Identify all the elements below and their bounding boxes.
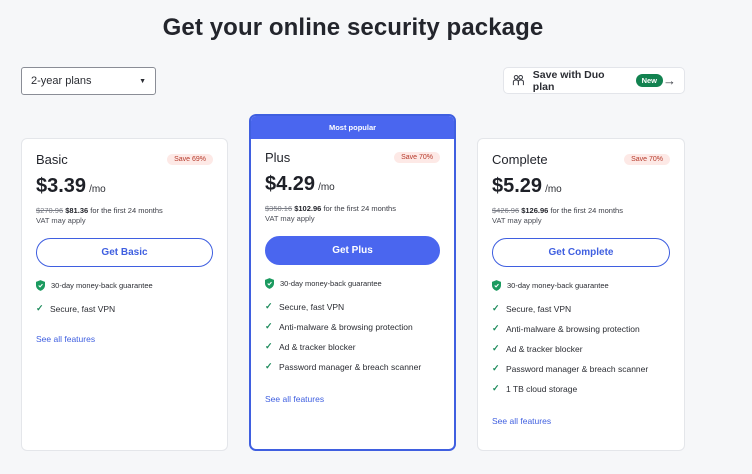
feature-text: Secure, fast VPN — [506, 303, 572, 314]
feature-text: Password manager & breach scanner — [279, 361, 422, 372]
get-basic-button[interactable]: Get Basic — [36, 238, 213, 267]
plan-price: $5.29 — [492, 175, 543, 197]
guarantee: 30-day money-back guarantee — [265, 278, 440, 289]
plan-name: Basic — [36, 152, 68, 167]
old-price: $426.96 — [492, 206, 520, 215]
save-badge: Save 70% — [624, 154, 670, 165]
price-detail: $270.96 $81.36 for the first 24 months — [36, 206, 213, 215]
get-plus-button[interactable]: Get Plus — [265, 236, 440, 265]
plan-card-basic: Basic Save 69% $3.39 /mo $270.96 $81.36 … — [21, 138, 228, 451]
save-badge: Save 69% — [167, 154, 213, 165]
old-price: $350.16 — [265, 204, 293, 213]
feature-item: ✓ Ad & tracker blocker — [265, 341, 440, 352]
feature-item: ✓ Ad & tracker blocker — [492, 343, 670, 354]
see-all-features-link[interactable]: See all features — [492, 416, 670, 426]
guarantee: 30-day money-back guarantee — [492, 280, 670, 291]
new-price: $81.36 — [65, 206, 89, 215]
check-icon: ✓ — [265, 341, 273, 351]
price-term: for the first 24 months — [323, 204, 396, 213]
save-badge: Save 70% — [394, 152, 440, 163]
plan-duration-select[interactable]: 2-year plans ▼ — [21, 67, 156, 95]
plan-duration-value: 2-year plans — [31, 75, 92, 87]
feature-item: ✓ 1 TB cloud storage — [492, 383, 670, 394]
check-icon: ✓ — [265, 361, 273, 371]
caret-down-icon: ▼ — [139, 77, 146, 85]
vat-note: VAT may apply — [36, 216, 86, 225]
feature-item: ✓ Secure, fast VPN — [492, 303, 670, 314]
duo-plan-label: Save with Duo plan — [532, 68, 605, 93]
feature-item: ✓ Anti-malware & browsing protection — [492, 323, 670, 334]
arrow-right-icon: → — [663, 73, 676, 88]
new-price: $126.96 — [521, 206, 549, 215]
shield-icon — [36, 280, 45, 291]
check-icon: ✓ — [265, 321, 273, 331]
check-icon: ✓ — [492, 383, 500, 393]
see-all-features-link[interactable]: See all features — [36, 334, 213, 344]
feature-item: ✓ Password manager & breach scanner — [492, 363, 670, 374]
most-popular-banner: Most popular — [251, 116, 454, 139]
price-term: for the first 24 months — [550, 206, 623, 215]
price-period: /mo — [318, 182, 335, 193]
feature-list: ✓ Secure, fast VPN ✓ Anti-malware & browsi… — [492, 303, 670, 394]
plan-card-complete: Complete Save 70% $5.29 /mo $426.96 $126… — [477, 138, 685, 451]
shield-icon — [492, 280, 501, 291]
feature-text: Anti-malware & browsing protection — [279, 321, 413, 332]
check-icon: ✓ — [492, 363, 500, 373]
plan-name: Complete — [492, 152, 548, 167]
feature-text: Password manager & breach scanner — [506, 363, 649, 374]
feature-item: ✓ Secure, fast VPN — [265, 301, 440, 312]
vat-note: VAT may apply — [492, 216, 542, 225]
check-icon: ✓ — [36, 303, 44, 313]
feature-text: Secure, fast VPN — [279, 301, 345, 312]
feature-text: Secure, fast VPN — [50, 303, 116, 314]
guarantee: 30-day money-back guarantee — [36, 280, 213, 291]
check-icon: ✓ — [492, 303, 500, 313]
get-complete-button[interactable]: Get Complete — [492, 238, 670, 267]
see-all-features-link[interactable]: See all features — [265, 394, 440, 404]
check-icon: ✓ — [492, 323, 500, 333]
price-period: /mo — [89, 184, 106, 195]
plan-name: Plus — [265, 150, 291, 165]
plan-card-plus: Most popular Plus Save 70% $4.29 /mo $35… — [249, 114, 456, 451]
feature-text: Anti-malware & browsing protection — [506, 323, 640, 334]
duo-plan-button[interactable]: Save with Duo plan New → — [503, 67, 685, 94]
plan-price: $4.29 — [265, 173, 316, 195]
price-detail: $350.16 $102.96 for the first 24 months — [265, 204, 440, 213]
feature-text: 1 TB cloud storage — [506, 383, 578, 394]
people-icon — [512, 74, 524, 86]
new-price: $102.96 — [294, 204, 322, 213]
guarantee-text: 30-day money-back guarantee — [280, 279, 382, 288]
guarantee-text: 30-day money-back guarantee — [51, 281, 153, 290]
feature-item: ✓ Anti-malware & browsing protection — [265, 321, 440, 332]
check-icon: ✓ — [492, 343, 500, 353]
price-detail: $426.96 $126.96 for the first 24 months — [492, 206, 670, 215]
check-icon: ✓ — [265, 301, 273, 311]
price-term: for the first 24 months — [90, 206, 163, 215]
feature-item: ✓ Secure, fast VPN — [36, 303, 213, 314]
plan-price: $3.39 — [36, 175, 87, 197]
feature-list: ✓ Secure, fast VPN — [36, 303, 213, 314]
price-period: /mo — [545, 184, 562, 195]
old-price: $270.96 — [36, 206, 64, 215]
vat-note: VAT may apply — [265, 214, 315, 223]
feature-item: ✓ Password manager & breach scanner — [265, 361, 440, 372]
feature-text: Ad & tracker blocker — [279, 341, 356, 352]
feature-list: ✓ Secure, fast VPN ✓ Anti-malware & browsi… — [265, 301, 440, 372]
new-badge: New — [635, 74, 663, 87]
page-title: Get your online security package — [162, 14, 544, 41]
feature-text: Ad & tracker blocker — [506, 343, 583, 354]
guarantee-text: 30-day money-back guarantee — [507, 281, 609, 290]
shield-icon — [265, 278, 274, 289]
